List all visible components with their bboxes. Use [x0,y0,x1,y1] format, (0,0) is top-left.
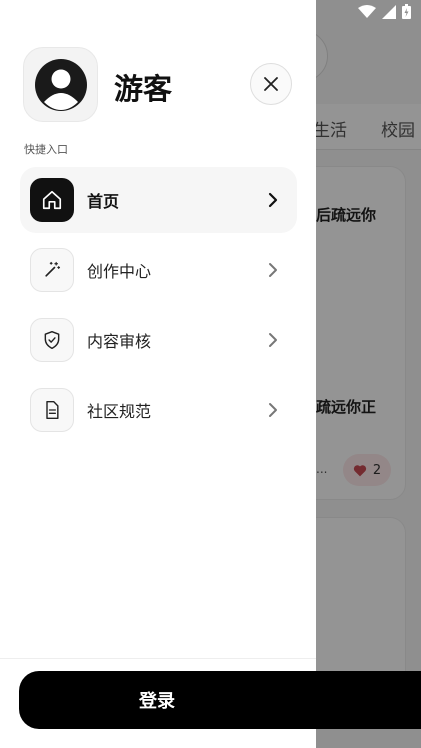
login-button[interactable]: 登录 [19,671,421,729]
menu-icon-box [30,388,74,432]
menu-item-label: 创作中心 [87,262,152,281]
shield-check-icon [44,330,60,350]
user-name: 游客 [114,72,173,106]
menu-icon-box [30,248,74,292]
magic-wand-icon [45,261,61,277]
avatar[interactable] [23,47,98,122]
menu-item-label: 首页 [87,192,120,211]
menu-item-home[interactable]: 首页 [20,167,297,233]
user-avatar-icon [34,58,87,111]
menu-item-content-review[interactable]: 内容审核 [20,307,297,373]
chevron-right-icon [263,190,283,210]
wifi-icon [358,4,376,18]
chevron-right-icon [263,260,283,280]
chevron-right-icon [263,400,283,420]
close-icon [264,77,278,91]
battery-icon [402,4,411,19]
home-icon [42,190,62,210]
menu-item-label: 社区规范 [87,402,152,421]
menu-item-community-guidelines[interactable]: 社区规范 [20,377,297,443]
side-drawer: 游客 快捷入口 首页 创作中心 内容审核 社区规范 [0,0,316,748]
menu-icon-box [30,318,74,362]
status-bar [358,4,411,19]
close-button[interactable] [250,63,292,105]
menu-item-label: 内容审核 [87,332,152,351]
drawer-divider [0,658,316,659]
section-label-quick-entry: 快捷入口 [24,143,68,156]
menu-item-creation-center[interactable]: 创作中心 [20,237,297,303]
menu-icon-box [30,178,74,222]
document-icon [46,400,59,420]
signal-icon [382,4,396,19]
chevron-right-icon [263,330,283,350]
